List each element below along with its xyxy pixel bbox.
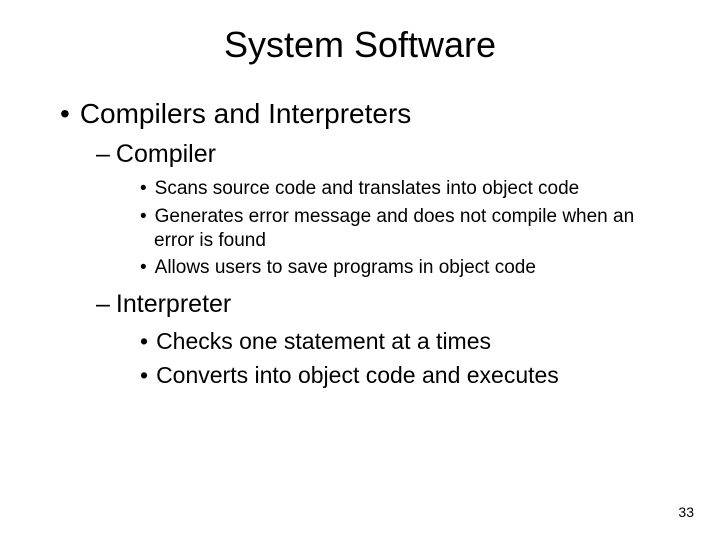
compiler-point-1: Scans source code and translates into ob… [155, 178, 580, 199]
interpreter-heading: Interpreter [116, 290, 231, 318]
level3-item: • Converts into object code and executes [140, 361, 660, 391]
interpreter-point-1: Checks one statement at a times [156, 328, 491, 354]
level1-text: Compilers and Interpreters [80, 98, 411, 129]
level2-item-compiler: –Compiler [96, 140, 660, 169]
bullet-icon: • [60, 98, 70, 129]
level3-item: • Allows users to save programs in object… [140, 256, 660, 280]
compiler-point-3: Allows users to save programs in object … [155, 257, 536, 278]
level2-item-interpreter: –Interpreter [96, 290, 660, 319]
compiler-heading: Compiler [116, 140, 216, 168]
page-number: 33 [678, 504, 694, 520]
bullet-icon: • [140, 178, 147, 199]
level3-item: • Generates error message and does not co… [140, 205, 660, 253]
level1-item: • Compilers and Interpreters [60, 98, 660, 130]
bullet-icon: • [140, 328, 148, 354]
bullet-icon: • [140, 206, 147, 227]
level3-item: • Scans source code and translates into o… [140, 177, 660, 201]
bullet-icon: • [140, 257, 147, 278]
dash-icon: – [96, 140, 110, 168]
level3-item: • Checks one statement at a times [140, 327, 660, 357]
compiler-point-2: Generates error message and does not com… [154, 206, 634, 251]
interpreter-point-2: Converts into object code and executes [156, 362, 559, 388]
slide-title: System Software [60, 24, 660, 66]
dash-icon: – [96, 290, 110, 318]
slide: System Software • Compilers and Interpret… [0, 0, 720, 540]
bullet-icon: • [140, 362, 148, 388]
